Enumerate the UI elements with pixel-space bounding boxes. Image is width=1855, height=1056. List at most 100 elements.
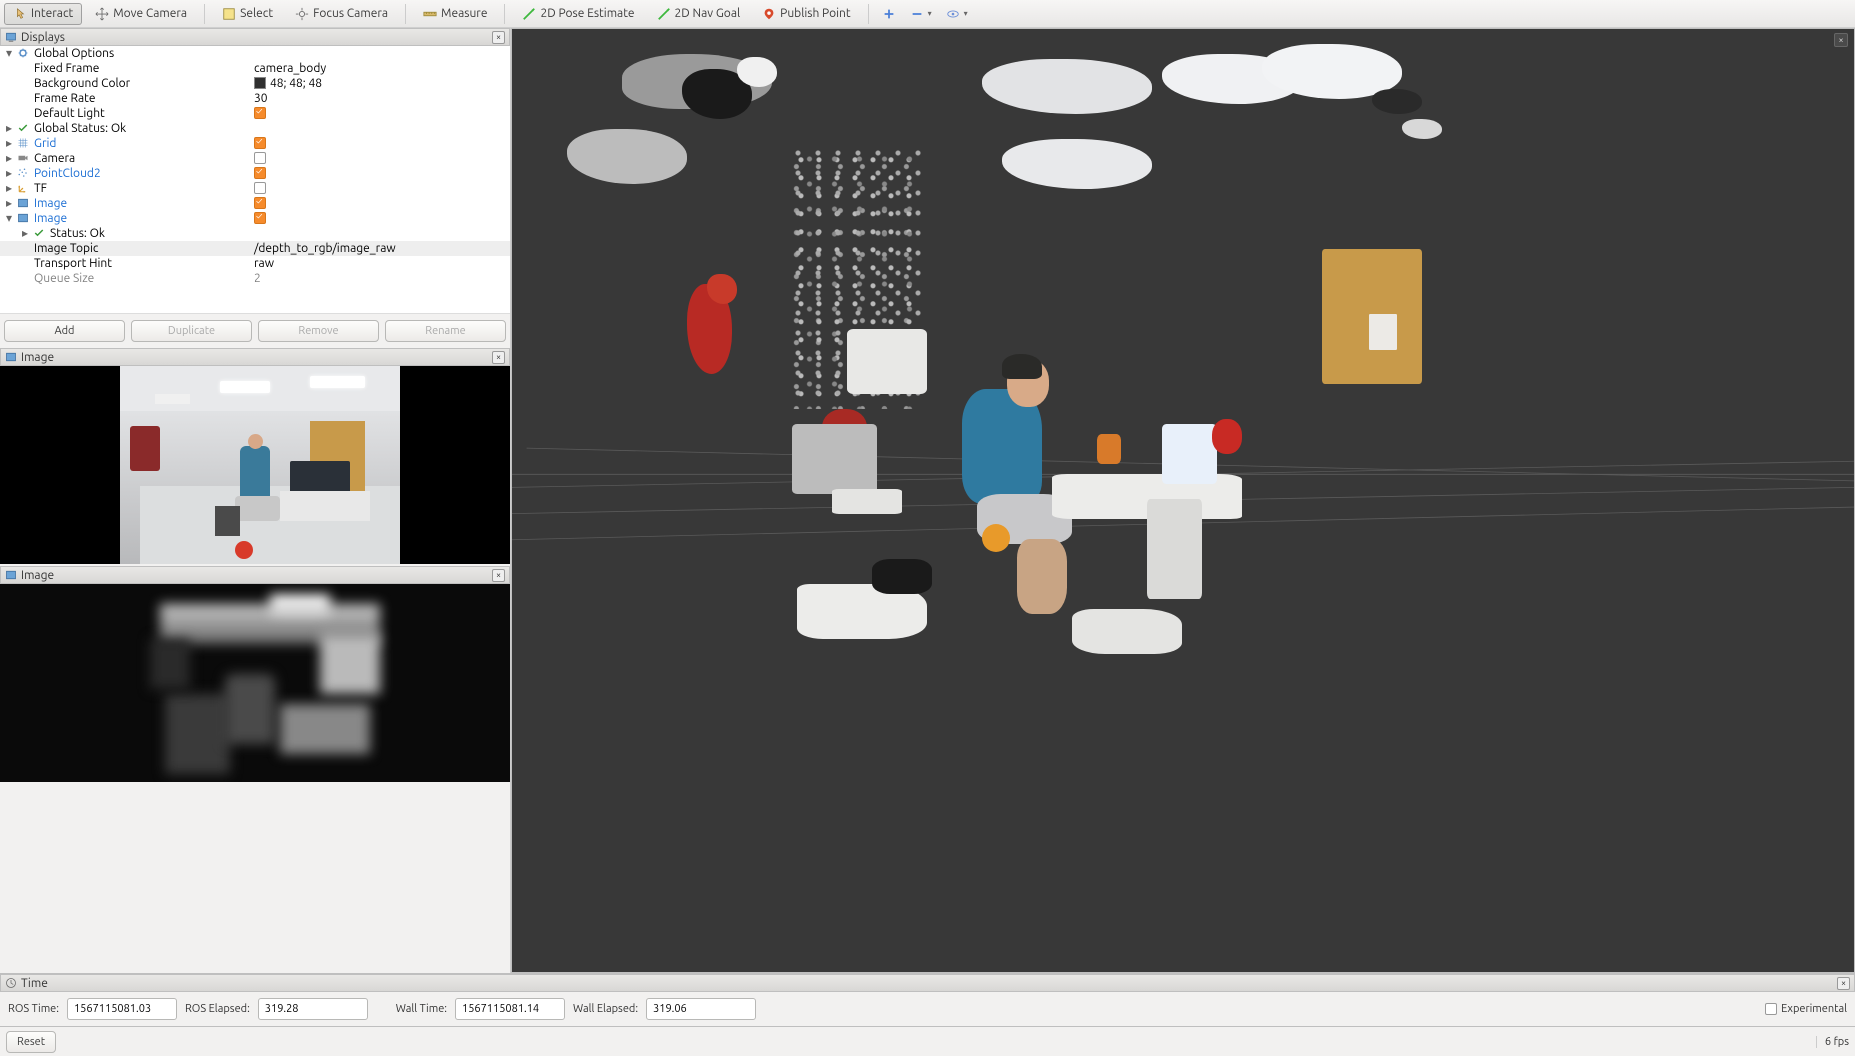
ros-time-label: ROS Time: bbox=[8, 1003, 59, 1015]
ros-elapsed-label: ROS Elapsed: bbox=[185, 1003, 250, 1015]
add-tool-button[interactable] bbox=[877, 3, 901, 25]
interact-icon bbox=[13, 7, 27, 21]
tree-global-options[interactable]: ▾Global Options bbox=[0, 46, 510, 61]
add-button[interactable]: Add bbox=[4, 320, 125, 342]
remove-button[interactable]: Remove bbox=[258, 320, 379, 342]
tree-fixed-frame[interactable]: Fixed Framecamera_body bbox=[0, 61, 510, 76]
tree-tf[interactable]: ▸TF bbox=[0, 181, 510, 196]
image-icon bbox=[17, 212, 29, 224]
select-icon bbox=[222, 7, 236, 21]
displays-tree[interactable]: ▾Global Options Fixed Framecamera_body B… bbox=[0, 46, 510, 313]
nav-goal-icon bbox=[657, 7, 671, 21]
measure-icon bbox=[423, 7, 437, 21]
toolbar-separator bbox=[504, 4, 505, 24]
image-icon bbox=[5, 569, 17, 581]
publish-point-label: Publish Point bbox=[780, 7, 850, 20]
displays-close-button[interactable]: × bbox=[492, 31, 505, 44]
tree-transport-hint[interactable]: Transport Hintraw bbox=[0, 256, 510, 271]
rename-button[interactable]: Rename bbox=[385, 320, 506, 342]
focus-camera-label: Focus Camera bbox=[313, 7, 388, 20]
tf-checkbox[interactable] bbox=[254, 182, 266, 194]
nav-goal-button[interactable]: 2D Nav Goal bbox=[648, 3, 750, 25]
check-icon bbox=[17, 122, 29, 134]
move-camera-button[interactable]: Move Camera bbox=[86, 3, 196, 25]
minus-icon bbox=[910, 7, 924, 21]
tf-icon bbox=[17, 182, 29, 194]
tree-background-color[interactable]: Background Color48; 48; 48 bbox=[0, 76, 510, 91]
wall-time-label: Wall Time: bbox=[396, 1003, 447, 1015]
gear-icon bbox=[17, 47, 29, 59]
image-panel-2-header[interactable]: Image × bbox=[0, 566, 510, 584]
measure-label: Measure bbox=[441, 7, 487, 20]
duplicate-button[interactable]: Duplicate bbox=[131, 320, 252, 342]
interact-button[interactable]: Interact bbox=[4, 3, 82, 25]
fps-display: 6 fps bbox=[1816, 1036, 1849, 1048]
check-icon bbox=[33, 227, 45, 239]
experimental-checkbox[interactable] bbox=[1765, 1003, 1777, 1015]
time-title: Time bbox=[21, 977, 48, 990]
camera-checkbox[interactable] bbox=[254, 152, 266, 164]
tree-frame-rate[interactable]: Frame Rate30 bbox=[0, 91, 510, 106]
displays-panel-header[interactable]: Displays × bbox=[0, 28, 510, 46]
pointcloud2-checkbox[interactable] bbox=[254, 167, 266, 179]
tree-pointcloud2[interactable]: ▸PointCloud2 bbox=[0, 166, 510, 181]
toolbar-separator bbox=[405, 4, 406, 24]
measure-button[interactable]: Measure bbox=[414, 3, 496, 25]
ros-time-field[interactable] bbox=[67, 998, 177, 1020]
plus-icon bbox=[882, 7, 896, 21]
focus-camera-icon bbox=[295, 7, 309, 21]
pose-estimate-button[interactable]: 2D Pose Estimate bbox=[513, 3, 643, 25]
publish-point-button[interactable]: Publish Point bbox=[753, 3, 859, 25]
tree-global-status[interactable]: ▸Global Status: Ok bbox=[0, 121, 510, 136]
interact-label: Interact bbox=[31, 7, 73, 20]
wall-time-field[interactable] bbox=[455, 998, 565, 1020]
image1-checkbox[interactable] bbox=[254, 197, 266, 209]
eye-icon bbox=[946, 7, 960, 21]
ros-elapsed-field[interactable] bbox=[258, 998, 368, 1020]
color-swatch bbox=[254, 77, 266, 89]
view-tool-button[interactable]: ▾ bbox=[941, 3, 973, 25]
tree-image1[interactable]: ▸Image bbox=[0, 196, 510, 211]
tree-image2[interactable]: ▾Image bbox=[0, 211, 510, 226]
rgb-image-view[interactable] bbox=[0, 366, 510, 564]
select-label: Select bbox=[240, 7, 273, 20]
grid-icon bbox=[17, 137, 29, 149]
camera-icon bbox=[17, 152, 29, 164]
image-panel-1: Image × bbox=[0, 348, 510, 566]
image-panel-1-header[interactable]: Image × bbox=[0, 348, 510, 366]
image-panel-1-title: Image bbox=[21, 351, 54, 364]
image-panel-2-close-button[interactable]: × bbox=[492, 569, 505, 582]
main-toolbar: Interact Move Camera Select Focus Camera… bbox=[0, 0, 1855, 28]
image-panel-1-close-button[interactable]: × bbox=[492, 351, 505, 364]
displays-title: Displays bbox=[21, 31, 65, 44]
grid-checkbox[interactable] bbox=[254, 137, 266, 149]
bottom-bar: Reset 6 fps bbox=[0, 1026, 1855, 1056]
toolbar-separator bbox=[868, 4, 869, 24]
3d-viewport[interactable]: ◂ × bbox=[511, 28, 1855, 973]
pose-estimate-icon bbox=[522, 7, 536, 21]
remove-tool-button[interactable]: ▾ bbox=[905, 3, 937, 25]
toolbar-separator bbox=[204, 4, 205, 24]
tree-status-ok[interactable]: ▸Status: Ok bbox=[0, 226, 510, 241]
nav-goal-label: 2D Nav Goal bbox=[675, 7, 741, 20]
image2-checkbox[interactable] bbox=[254, 212, 266, 224]
time-close-button[interactable]: × bbox=[1837, 977, 1850, 990]
default-light-checkbox[interactable] bbox=[254, 107, 266, 119]
publish-point-icon bbox=[762, 7, 776, 21]
tree-grid[interactable]: ▸Grid bbox=[0, 136, 510, 151]
time-panel-header[interactable]: Time × bbox=[0, 974, 1855, 992]
depth-image-view[interactable] bbox=[0, 584, 510, 782]
wall-elapsed-label: Wall Elapsed: bbox=[573, 1003, 638, 1015]
tree-camera[interactable]: ▸Camera bbox=[0, 151, 510, 166]
experimental-label: Experimental bbox=[1781, 1003, 1847, 1015]
tree-image-topic[interactable]: Image Topic/depth_to_rgb/image_raw bbox=[0, 241, 510, 256]
image-icon bbox=[5, 351, 17, 363]
tree-default-light[interactable]: Default Light bbox=[0, 106, 510, 121]
image-panel-2-title: Image bbox=[21, 569, 54, 582]
select-button[interactable]: Select bbox=[213, 3, 282, 25]
focus-camera-button[interactable]: Focus Camera bbox=[286, 3, 397, 25]
tree-queue-size[interactable]: Queue Size2 bbox=[0, 271, 510, 286]
wall-elapsed-field[interactable] bbox=[646, 998, 756, 1020]
reset-button[interactable]: Reset bbox=[6, 1031, 56, 1053]
image-panel-2: Image × bbox=[0, 566, 510, 784]
